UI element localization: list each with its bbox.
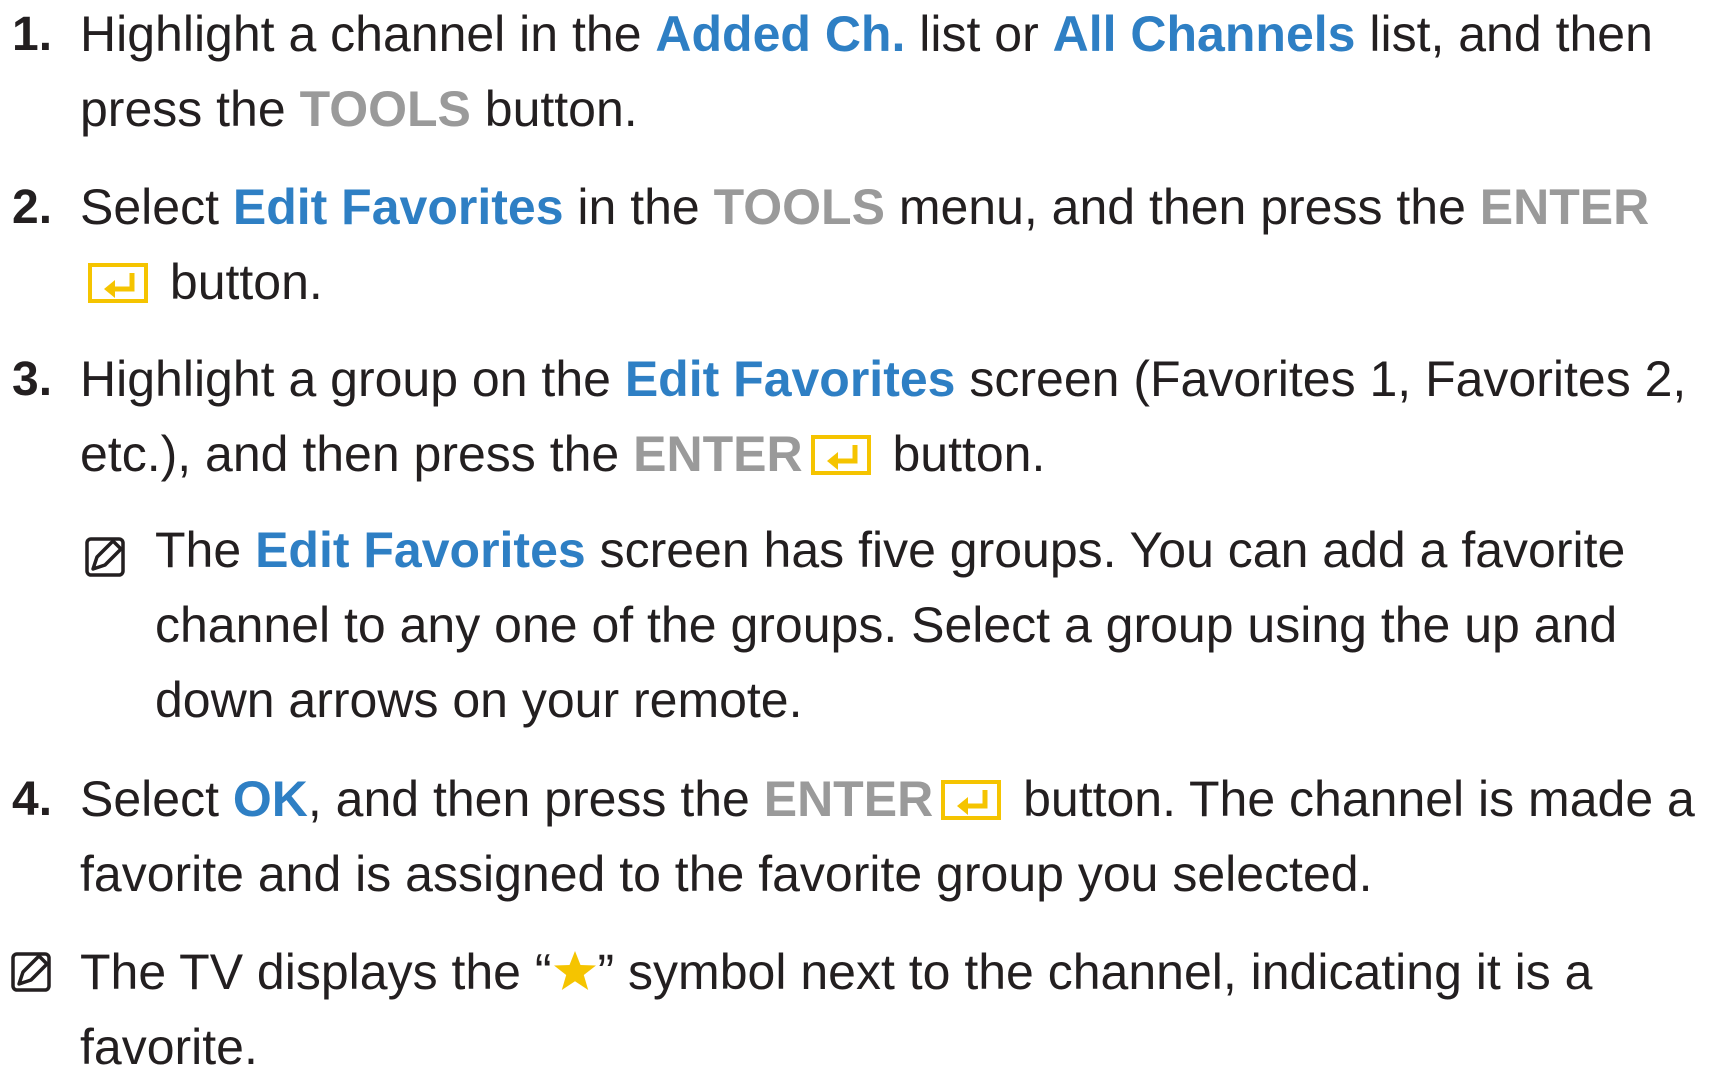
step-number: 3.	[12, 353, 53, 406]
step-number: 1.	[12, 8, 53, 61]
enter-button-term: ENTER	[633, 426, 803, 482]
enter-icon	[810, 435, 871, 475]
star-icon	[553, 951, 596, 990]
enter-button-term: ENTER	[1479, 179, 1650, 235]
enter-icon	[88, 263, 148, 303]
all-channels-term: All Channels	[1052, 6, 1356, 62]
step-number: 2.	[12, 181, 53, 234]
step-text: Highlight a channel in the Added Ch. lis…	[80, 6, 1653, 137]
note-icon	[11, 952, 51, 992]
note-icon	[85, 537, 125, 577]
tools-button-term: TOOLS	[299, 81, 471, 137]
step-text: Select OK, and then press the ENTER butt…	[80, 771, 1695, 902]
ok-term: OK	[232, 771, 308, 827]
enter-icon	[941, 780, 1002, 820]
step-number: 4.	[12, 773, 53, 826]
tools-button-term: TOOLS	[713, 179, 885, 235]
manual-page: 1. Highlight a channel in the Added Ch. …	[0, 0, 1732, 1075]
outer-note: The TV displays the “” symbol next to th…	[80, 944, 1593, 1075]
step-4: 4. Select OK, and then press the ENTER b…	[12, 762, 1710, 912]
step-3: 3. Highlight a group on the Edit Favorit…	[12, 342, 1710, 492]
enter-button-term: ENTER	[763, 771, 934, 827]
edit-favorites-term: Edit Favorites	[232, 179, 564, 235]
edit-favorites-term: Edit Favorites	[255, 522, 586, 578]
added-ch-term: Added Ch.	[655, 6, 906, 62]
step-text: Select Edit Favorites in the TOOLS menu,…	[80, 179, 1650, 310]
step-2: 2. Select Edit Favorites in the TOOLS me…	[12, 170, 1710, 320]
inner-note: The Edit Favorites screen has five group…	[155, 522, 1626, 728]
edit-favorites-term: Edit Favorites	[624, 351, 956, 407]
step-text: Highlight a group on the Edit Favorites …	[80, 351, 1687, 482]
step-1: 1. Highlight a channel in the Added Ch. …	[12, 0, 1710, 147]
